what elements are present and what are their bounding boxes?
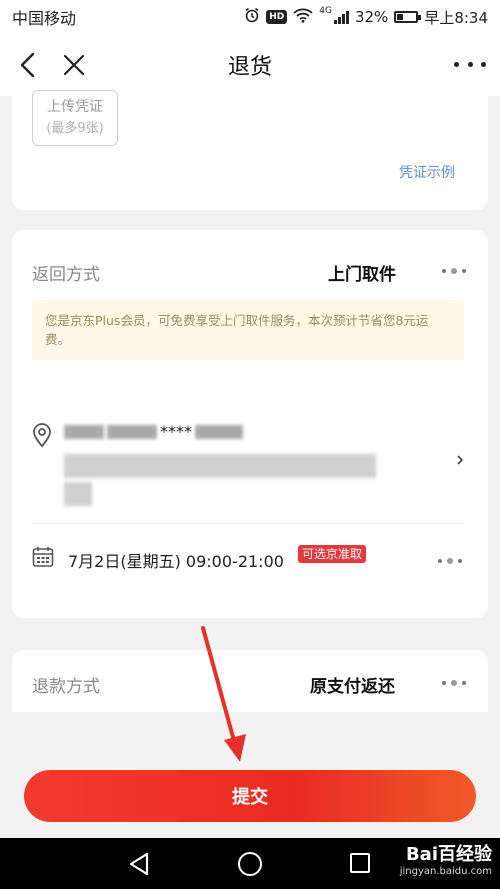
carrier-label: 中国移动: [12, 9, 77, 28]
calendar-icon: [32, 546, 54, 568]
masked-phone-prefix: [107, 424, 157, 439]
chevron-left-icon[interactable]: [14, 50, 42, 80]
return-method-value[interactable]: 上门取件: [328, 260, 396, 285]
clock-time: 早上8:34: [424, 8, 488, 27]
watermark-brand: Bai百经验: [405, 844, 492, 865]
battery-percent: 32%: [354, 8, 389, 26]
system-recents-icon[interactable]: [350, 853, 370, 873]
alarm-icon: [244, 7, 260, 27]
system-back-icon[interactable]: [128, 852, 150, 876]
plus-member-notice: 您是京东Plus会员，可免费享受上门取件服务，本次预计节省您8元运费。: [32, 300, 464, 360]
chevron-right-icon[interactable]: [456, 454, 464, 470]
wifi-icon: [293, 8, 313, 27]
time-slot-more-icon[interactable]: [438, 558, 462, 564]
refund-method-card: 退款方式 原支付返还: [12, 650, 488, 712]
return-method-more-icon[interactable]: [442, 268, 466, 274]
refund-method-more-icon[interactable]: [442, 680, 466, 686]
upload-voucher-label: 上传凭证: [47, 99, 103, 115]
more-dots-icon[interactable]: [454, 54, 486, 74]
upload-limit-label: (最多9张): [46, 121, 104, 136]
divider: [32, 523, 464, 524]
upload-voucher-button[interactable]: 上传凭证 (最多9张): [32, 90, 118, 146]
upload-card: 上传凭证 (最多9张) 凭证示例: [12, 86, 488, 210]
battery-icon: [394, 11, 422, 23]
voucher-example-link[interactable]: 凭证示例: [399, 162, 455, 182]
masked-phone-stars: ****: [160, 422, 192, 441]
hd-icon: HD: [266, 10, 288, 24]
masked-name: [64, 424, 104, 439]
location-pin-icon: [32, 422, 52, 448]
pickup-contact[interactable]: ****: [64, 422, 243, 441]
masked-address-line: [64, 454, 376, 478]
signal-icon: [333, 10, 349, 24]
close-icon[interactable]: [60, 51, 88, 79]
system-nav-bar: Bai百经验 jingyan.baidu.com: [0, 838, 500, 889]
baidu-jingyan-watermark: Bai百经验 jingyan.baidu.com: [400, 844, 492, 878]
submit-area: 提交: [0, 712, 500, 838]
return-method-card: 返回方式 上门取件 您是京东Plus会员，可免费享受上门取件服务，本次预计节省您…: [12, 230, 488, 618]
status-icons: HD 4G 32% 早上8:34: [244, 6, 488, 28]
submit-button[interactable]: 提交: [24, 770, 476, 822]
page-title: 退货: [227, 55, 272, 80]
status-bar: 中国移动 HD 4G 32% 早上8:34: [0, 0, 500, 34]
watermark-url: jingyan.baidu.com: [399, 866, 492, 877]
refund-method-value[interactable]: 原支付返还: [310, 672, 395, 697]
pickup-time-slot[interactable]: 7月2日(星期五) 09:00-21:00: [68, 548, 284, 572]
refund-method-label: 退款方式: [32, 677, 100, 697]
pickup-address[interactable]: [64, 452, 376, 510]
network-type-label: 4G: [319, 6, 332, 16]
masked-address-line: [64, 482, 92, 506]
jingzhunqu-badge: 可选京准取: [298, 545, 367, 563]
masked-phone-suffix: [195, 424, 243, 439]
system-home-icon[interactable]: [238, 852, 262, 876]
return-method-label: 返回方式: [32, 265, 100, 285]
